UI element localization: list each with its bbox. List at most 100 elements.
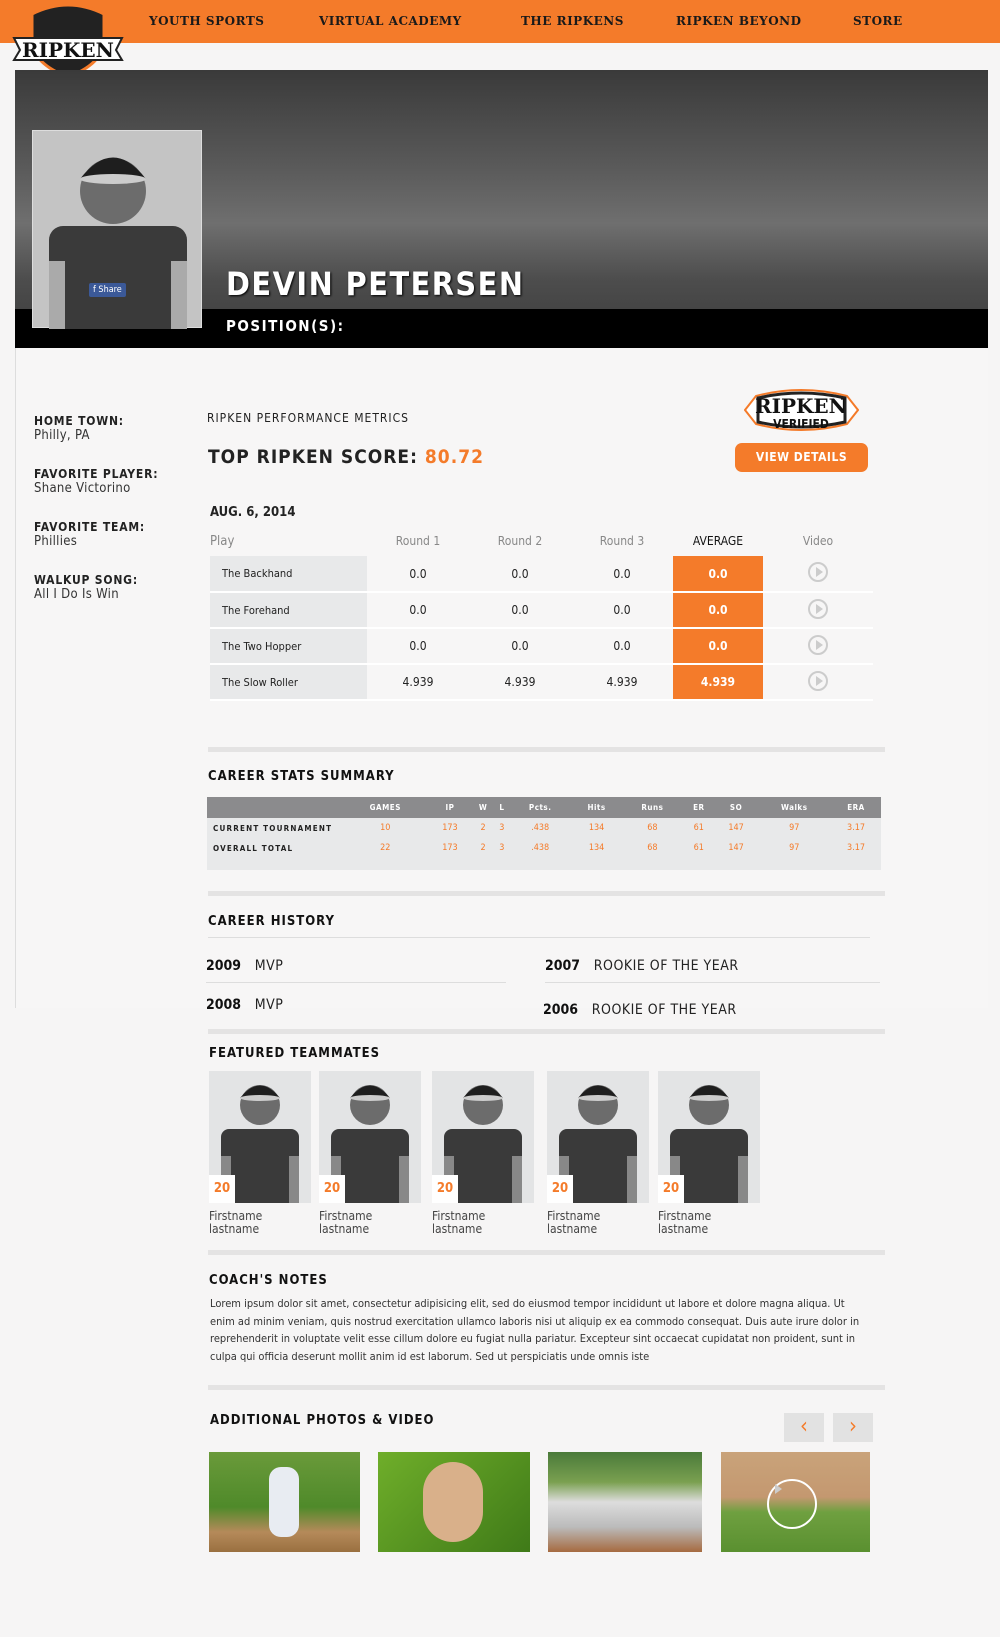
history-title: ROOKIE OF THE YEAR — [591, 1002, 737, 1018]
divider — [208, 1029, 885, 1034]
hometown-label: HOME TOWN: — [34, 414, 124, 428]
ripken-verified-badge: RIPKEN VERIFIED — [744, 389, 859, 431]
metrics-date: AUG. 6, 2014 — [210, 505, 296, 520]
history-item: 2006 ROOKIE OF THE YEAR — [543, 999, 737, 1018]
teammate-photo: 20 — [547, 1071, 649, 1203]
profile-details: HOME TOWN: Philly, PA FAVORITE PLAYER: Sha… — [34, 414, 158, 602]
nav-the-ripkens[interactable]: THE RIPKENS — [521, 14, 624, 28]
stats-col-header — [207, 797, 342, 818]
prev-arrow-button[interactable]: ‹ — [784, 1413, 824, 1442]
history-item: 2007 ROOKIE OF THE YEAR — [545, 955, 880, 983]
favorite-player-value: Shane Victorino — [34, 481, 131, 496]
stats-cell: 3.17 — [846, 823, 865, 833]
col-video: Video — [802, 534, 834, 548]
walkup-song-value: All I Do Is Win — [34, 587, 119, 602]
history-title: MVP — [254, 997, 284, 1013]
stats-cell: 10 — [380, 823, 391, 833]
stats-cell: 147 — [728, 843, 744, 853]
col-play: Play — [210, 533, 235, 549]
walkup-song-label: WALKUP SONG: — [34, 573, 138, 587]
col-round2: Round 2 — [497, 534, 543, 548]
coach-notes-text: Lorem ipsum dolor sit amet, consectetur … — [210, 1297, 860, 1363]
photo-thumbnail[interactable] — [378, 1452, 530, 1552]
teammate-lastname: lastname — [547, 1222, 598, 1236]
stats-cell: 68 — [647, 843, 658, 853]
nav-youth-sports[interactable]: YOUTH SPORTS — [149, 14, 264, 28]
teammate-photo: 20 — [319, 1071, 421, 1203]
metrics-row: The Backhand 0.0 0.0 0.0 0.0 — [210, 556, 873, 593]
stats-cell: .438 — [531, 823, 550, 833]
play-video-icon[interactable] — [808, 634, 828, 655]
history-item: 2009 MVP — [206, 955, 506, 983]
teammate-card[interactable]: 20 Firstname lastname — [547, 1071, 649, 1236]
metrics-heading: RIPKEN PERFORMANCE METRICS — [207, 411, 409, 425]
nav-store[interactable]: STORE — [853, 14, 903, 28]
jersey-number: 20 — [319, 1175, 345, 1203]
teammate-lastname: lastname — [432, 1222, 483, 1236]
favorite-team-label: FAVORITE TEAM: — [34, 520, 146, 534]
play-name: The Two Hopper — [210, 628, 367, 665]
nav-virtual-academy[interactable]: VIRTUAL ACADEMY — [319, 14, 462, 28]
stats-col-header: ERA — [830, 797, 881, 818]
photo-thumbnail[interactable] — [548, 1452, 702, 1552]
stats-col-header: Runs — [621, 797, 683, 818]
nav-ripken-beyond[interactable]: RIPKEN BEYOND — [676, 14, 802, 28]
teammate-card[interactable]: 20 Firstname lastname — [658, 1071, 760, 1236]
stats-cell: 2 — [480, 823, 486, 833]
stats-col-header: Hits — [571, 797, 622, 818]
stats-col-header: IP — [428, 797, 472, 818]
play-name: The Slow Roller — [210, 664, 367, 701]
facebook-share-button[interactable]: f Share — [89, 283, 126, 297]
ripken-baseball-logo[interactable]: RIPKEN — [12, 2, 124, 78]
player-silhouette-icon — [49, 157, 187, 329]
profile-photo: f Share — [32, 130, 202, 329]
play-video-icon[interactable] — [767, 1479, 817, 1529]
play-video-icon[interactable] — [808, 598, 828, 619]
featured-teammates-heading: FEATURED TEAMMATES — [209, 1046, 381, 1061]
divider — [208, 1385, 885, 1390]
col-round1: Round 1 — [395, 534, 441, 548]
stats-cell: 97 — [789, 823, 800, 833]
view-details-button[interactable]: VIEW DETAILS — [735, 443, 868, 472]
round3: 0.0 — [571, 592, 673, 629]
round2: 0.0 — [469, 592, 571, 629]
round1: 4.939 — [367, 664, 469, 701]
round3: 4.939 — [571, 664, 673, 701]
video-thumbnail[interactable] — [721, 1452, 870, 1552]
stats-row-label: OVERALL TOTAL — [213, 843, 294, 853]
round1: 0.0 — [367, 556, 469, 593]
stats-cell: 22 — [380, 843, 391, 853]
stats-row: CURRENT TOURNAMENT 10 173 2 3 .438 134 68 61 147 9… — [207, 818, 881, 838]
stats-cell: 3.17 — [846, 843, 865, 853]
play-name: The Backhand — [210, 556, 367, 593]
play-video-icon[interactable] — [808, 562, 828, 582]
play-video-icon[interactable] — [808, 670, 828, 691]
teammate-card[interactable]: 20 Firstname lastname — [432, 1071, 534, 1236]
jersey-number: 20 — [658, 1175, 684, 1203]
average: 0.0 — [673, 592, 763, 629]
score-label: TOP RIPKEN SCORE: — [208, 446, 418, 468]
metrics-row: The Two Hopper 0.0 0.0 0.0 0.0 — [210, 628, 873, 665]
history-title: MVP — [254, 958, 284, 974]
svg-text:RIPKEN: RIPKEN — [22, 38, 114, 62]
career-stats-heading: CAREER STATS SUMMARY — [208, 769, 395, 784]
stats-cell: 3 — [499, 823, 505, 833]
history-year: 2006 — [543, 1002, 579, 1018]
stats-col-header: L — [494, 797, 510, 818]
next-arrow-button[interactable]: › — [833, 1413, 873, 1442]
stats-col-header: SO — [714, 797, 758, 818]
teammate-card[interactable]: 20 Firstname lastname — [209, 1071, 311, 1236]
round3: 0.0 — [571, 628, 673, 665]
teammate-card[interactable]: 20 Firstname lastname — [319, 1071, 421, 1236]
teammate-lastname: lastname — [658, 1222, 709, 1236]
round2: 4.939 — [469, 664, 571, 701]
top-nav: YOUTH SPORTS VIRTUAL ACADEMY THE RIPKENS… — [0, 0, 1000, 43]
round2: 0.0 — [469, 628, 571, 665]
stats-cell: 134 — [588, 843, 605, 853]
photo-thumbnail[interactable] — [209, 1452, 360, 1552]
round1: 0.0 — [367, 592, 469, 629]
teammate-lastname: lastname — [209, 1222, 260, 1236]
stats-col-header: ER — [682, 797, 715, 818]
favorite-player-label: FAVORITE PLAYER: — [34, 467, 159, 481]
divider — [208, 1250, 885, 1255]
